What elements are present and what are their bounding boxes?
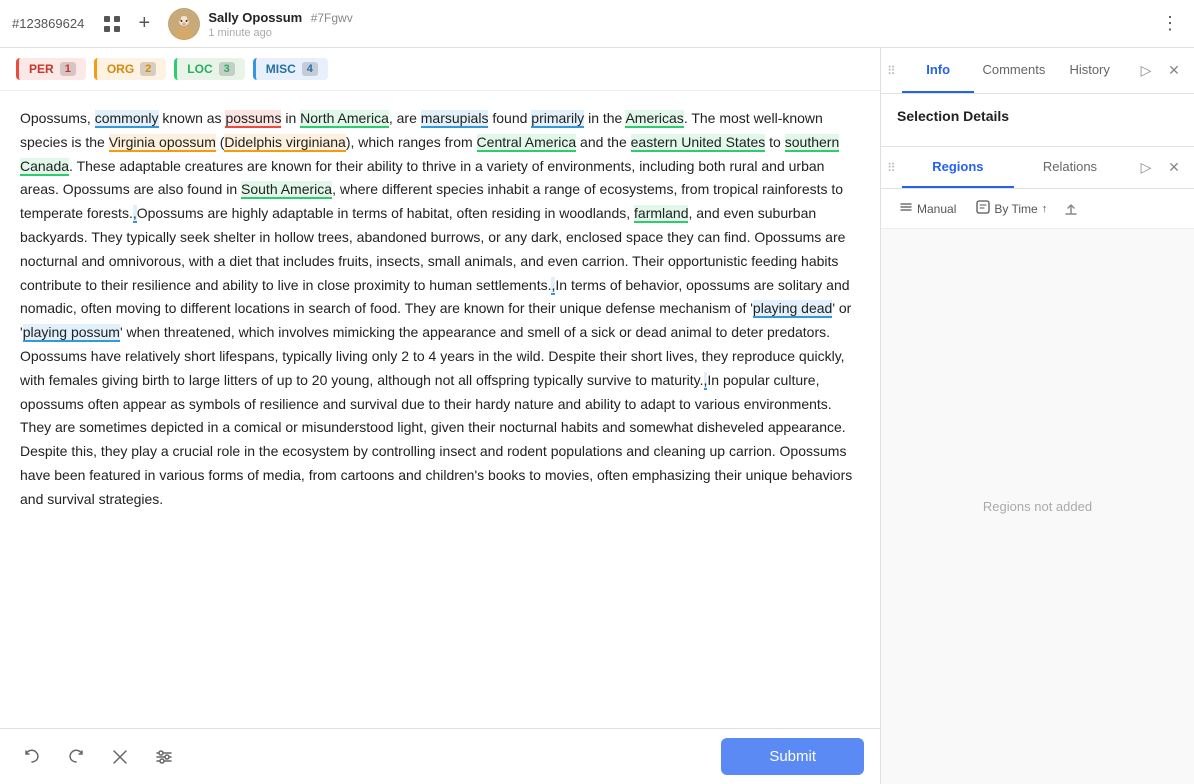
tag-per[interactable]: PER 1 — [16, 58, 86, 80]
undo-button[interactable] — [16, 741, 48, 773]
tag-misc-label: MISC — [266, 62, 296, 76]
tab-relations[interactable]: Relations — [1014, 147, 1126, 188]
bytime-sort-button[interactable]: By Time ↑ — [970, 197, 1053, 220]
right-top-section: ⠿ Info Comments History ▷ ✕ Selection De… — [881, 48, 1194, 147]
add-icon[interactable]: + — [132, 12, 156, 36]
drag-handle-top: ⠿ — [881, 64, 902, 78]
submit-button[interactable]: Submit — [721, 738, 864, 775]
tag-org-count: 2 — [140, 62, 156, 76]
right-panel: ⠿ Info Comments History ▷ ✕ Selection De… — [880, 48, 1194, 784]
grid-icon[interactable] — [100, 12, 124, 36]
timestamp: 1 minute ago — [208, 27, 352, 39]
document-id: #123869624 — [12, 16, 84, 31]
tab-regions[interactable]: Regions — [902, 147, 1014, 188]
avatar — [168, 8, 200, 40]
selection-details: Selection Details — [881, 94, 1194, 147]
tag-misc[interactable]: MISC 4 — [253, 58, 328, 80]
close-regions-button[interactable]: ✕ — [1162, 156, 1186, 180]
drag-handle-bottom: ⠿ — [881, 161, 902, 175]
regions-panel-actions: ▷ ✕ — [1126, 156, 1194, 180]
right-bottom-section: ⠿ Regions Relations ▷ ✕ — [881, 147, 1194, 784]
tag-misc-count: 4 — [302, 62, 318, 76]
bottom-toolbar: Submit — [0, 728, 880, 784]
more-menu-button[interactable]: ⋮ — [1158, 12, 1182, 36]
tags-bar: PER 1 ORG 2 LOC 3 MISC 4 — [0, 48, 880, 91]
app-header: #123869624 + Sally Opossum #7Fgwv 1 minu… — [0, 0, 1194, 48]
region-tabs: Regions Relations — [902, 147, 1126, 188]
tag-loc-count: 3 — [219, 62, 235, 76]
expand-right-button[interactable]: ▷ — [1134, 59, 1158, 83]
toolbar-left — [16, 741, 721, 773]
left-panel: PER 1 ORG 2 LOC 3 MISC 4 Opossums, commo… — [0, 48, 880, 784]
right-panel-actions: ▷ ✕ — [1126, 59, 1194, 83]
user-tag: #7Fgwv — [311, 11, 353, 25]
right-panel-tab-bar: ⠿ Info Comments History ▷ ✕ — [881, 48, 1194, 94]
manual-sort-button[interactable]: Manual — [893, 197, 962, 220]
selection-details-title: Selection Details — [897, 108, 1178, 124]
sort-direction-icon: ↑ — [1042, 203, 1048, 215]
user-info: Sally Opossum #7Fgwv 1 minute ago — [208, 9, 352, 39]
close-button[interactable] — [104, 741, 136, 773]
bytime-sort-icon — [976, 200, 990, 217]
tab-info[interactable]: Info — [902, 48, 975, 93]
main-container: PER 1 ORG 2 LOC 3 MISC 4 Opossums, commo… — [0, 48, 1194, 784]
tag-org-label: ORG — [107, 62, 134, 76]
region-controls: Manual By Time ↑ — [881, 189, 1194, 229]
bytime-sort-label: By Time — [994, 202, 1037, 216]
regions-tab-bar: ⠿ Regions Relations ▷ ✕ — [881, 147, 1194, 189]
tab-history[interactable]: History — [1053, 48, 1126, 93]
tag-loc-label: LOC — [187, 62, 212, 76]
tag-per-label: PER — [29, 62, 54, 76]
expand-regions-button[interactable]: ▷ — [1134, 156, 1158, 180]
manual-sort-label: Manual — [917, 202, 956, 216]
tag-loc[interactable]: LOC 3 — [174, 58, 244, 80]
regions-empty-message: Regions not added — [881, 229, 1194, 784]
settings-button[interactable] — [148, 741, 180, 773]
redo-button[interactable] — [60, 741, 92, 773]
document-content[interactable]: Opossums, commonly known as possums in N… — [0, 91, 880, 728]
document-text: Opossums, commonly known as possums in N… — [20, 107, 860, 512]
username: Sally Opossum — [208, 10, 302, 25]
close-right-button[interactable]: ✕ — [1162, 59, 1186, 83]
region-upload-icon[interactable] — [1061, 199, 1081, 219]
tag-org[interactable]: ORG 2 — [94, 58, 166, 80]
tag-per-count: 1 — [60, 62, 76, 76]
manual-sort-icon — [899, 200, 913, 217]
right-tabs: Info Comments History — [902, 48, 1126, 93]
tab-comments[interactable]: Comments — [974, 48, 1053, 93]
